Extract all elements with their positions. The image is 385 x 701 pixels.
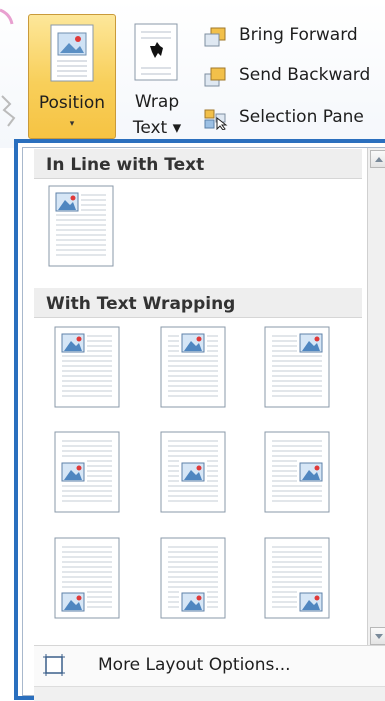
send-backward-icon [204,67,226,87]
scroll-down-button[interactable] [370,627,385,645]
wrap-top-right-item[interactable] [264,326,330,408]
send-backward-label: Send Backward [239,65,371,85]
inline-section-header: In Line with Text [34,149,362,179]
watermark-graphic [0,8,16,127]
selection-pane-button[interactable]: Selection Pane [203,104,385,134]
position-button[interactable]: Position ▾ [28,14,116,139]
send-backward-button[interactable]: Send Backward [203,62,385,92]
position-label: Position [38,93,106,113]
position-dropdown: In Line with Text With Text Wrapping Mor… [14,139,385,701]
inline-with-text-item[interactable] [48,185,114,267]
wrap-text-button[interactable]: Wrap Text ▾ [122,14,192,139]
page-layout-icon [54,326,120,408]
wrap-middle-left-item[interactable] [54,431,120,513]
position-icon [50,24,94,82]
wrap-text-icon [134,23,178,81]
wrap-top-left-item[interactable] [54,326,120,408]
bring-forward-icon [204,27,226,47]
wrap-top-center-item[interactable] [160,326,226,408]
wrap-bottom-right-item[interactable] [264,537,330,619]
text-label: Text ▾ [132,118,182,138]
more-layout-options-label: More Layout Options... [98,655,291,675]
resize-grip[interactable] [34,686,385,701]
chevron-down-icon [375,634,383,639]
page-layout-icon [160,326,226,408]
chevron-down-icon: ▾ [69,119,75,129]
page-layout-icon [160,537,226,619]
gallery-scrollbar[interactable] [367,148,385,647]
page-layout-icon [264,537,330,619]
page-layout-icon [54,537,120,619]
wrap-label: Wrap [134,92,180,112]
more-layout-options-item[interactable]: More Layout Options... [34,645,385,686]
wrap-bottom-left-item[interactable] [54,537,120,619]
selection-pane-icon [204,109,228,130]
bring-forward-label: Bring Forward [239,25,358,45]
wrap-middle-right-item[interactable] [264,431,330,513]
chevron-up-icon [375,157,383,162]
scroll-up-button[interactable] [370,150,385,168]
page-layout-icon [54,431,120,513]
wrapping-section-header: With Text Wrapping [34,288,362,318]
page-layout-icon [264,326,330,408]
wrap-middle-center-item[interactable] [160,431,226,513]
bring-forward-button[interactable]: Bring Forward [203,22,385,52]
page-layout-icon [48,185,114,267]
page-layout-icon [264,431,330,513]
selection-pane-label: Selection Pane [239,107,364,127]
page-layout-icon [160,431,226,513]
ribbon-arrange-group: Position ▾ Wrap Text ▾ Bring Forward Sen… [0,0,385,148]
layout-options-icon [43,654,65,676]
wrap-bottom-center-item[interactable] [160,537,226,619]
